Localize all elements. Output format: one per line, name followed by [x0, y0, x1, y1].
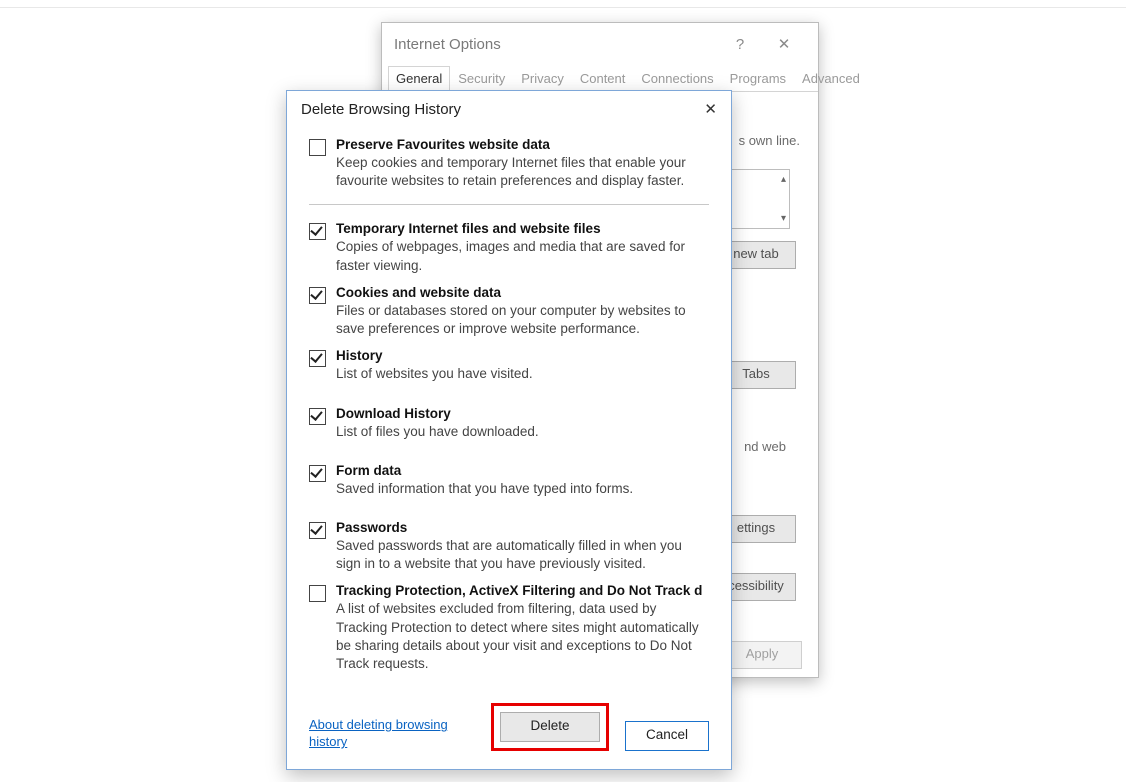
checkbox-tracking-protection[interactable] — [309, 585, 326, 602]
option-label: Temporary Internet files and website fil… — [336, 221, 709, 236]
option-tracking-protection[interactable]: Tracking Protection, ActiveX Filtering a… — [309, 583, 709, 673]
option-desc: List of websites you have visited. — [336, 365, 709, 383]
dbh-footer: About deleting browsing history Delete C… — [309, 703, 709, 751]
io-fragment-text: s own line. — [739, 133, 800, 148]
option-desc: Keep cookies and temporary Internet file… — [336, 154, 709, 190]
option-history[interactable]: History List of websites you have visite… — [309, 348, 709, 383]
io-apply-button[interactable]: Apply — [722, 641, 802, 669]
delete-browsing-history-dialog: Delete Browsing History ✕ Preserve Favou… — [286, 90, 732, 770]
page-divider — [0, 6, 1126, 8]
tab-general[interactable]: General — [388, 66, 450, 92]
checkbox-form-data[interactable] — [309, 465, 326, 482]
option-label: Cookies and website data — [336, 285, 709, 300]
tab-programs[interactable]: Programs — [722, 66, 794, 92]
io-tabs: General Security Privacy Content Connect… — [382, 65, 818, 92]
option-desc: Files or databases stored on your comput… — [336, 302, 709, 338]
option-label: History — [336, 348, 709, 363]
cancel-button[interactable]: Cancel — [625, 721, 709, 751]
option-desc: Copies of webpages, images and media tha… — [336, 238, 709, 274]
dbh-body: Preserve Favourites website data Keep co… — [287, 127, 731, 673]
tab-privacy[interactable]: Privacy — [513, 66, 572, 92]
checkbox-temp-files[interactable] — [309, 223, 326, 240]
io-titlebar: Internet Options ? ✕ — [382, 23, 818, 65]
io-fragment-text-2: nd web — [744, 439, 786, 454]
option-desc: Saved passwords that are automatically f… — [336, 537, 709, 573]
dbh-title: Delete Browsing History — [301, 101, 697, 118]
tab-advanced[interactable]: Advanced — [794, 66, 868, 92]
checkbox-cookies[interactable] — [309, 287, 326, 304]
checkbox-history[interactable] — [309, 350, 326, 367]
io-homepage-list[interactable]: ▴ ▾ — [726, 169, 790, 229]
close-icon[interactable]: ✕ — [762, 35, 806, 53]
option-download-history[interactable]: Download History List of files you have … — [309, 406, 709, 441]
option-temp-files[interactable]: Temporary Internet files and website fil… — [309, 221, 709, 274]
option-desc: List of files you have downloaded. — [336, 423, 709, 441]
option-cookies[interactable]: Cookies and website data Files or databa… — [309, 285, 709, 338]
scroll-up-icon[interactable]: ▴ — [781, 174, 786, 185]
option-desc: A list of websites excluded from filteri… — [336, 600, 709, 673]
scroll-down-icon[interactable]: ▾ — [781, 213, 786, 224]
option-form-data[interactable]: Form data Saved information that you hav… — [309, 463, 709, 498]
option-desc: Saved information that you have typed in… — [336, 480, 709, 498]
checkbox-preserve-favourites[interactable] — [309, 139, 326, 156]
tab-security[interactable]: Security — [450, 66, 513, 92]
io-title: Internet Options — [394, 36, 718, 53]
tab-connections[interactable]: Connections — [633, 66, 721, 92]
tab-content[interactable]: Content — [572, 66, 634, 92]
about-deleting-link[interactable]: About deleting browsing history — [309, 717, 459, 751]
separator — [309, 204, 709, 205]
help-icon[interactable]: ? — [718, 36, 762, 53]
delete-button[interactable]: Delete — [500, 712, 600, 742]
option-label: Passwords — [336, 520, 709, 535]
checkbox-download-history[interactable] — [309, 408, 326, 425]
dbh-titlebar: Delete Browsing History ✕ — [287, 91, 731, 127]
option-preserve-favourites[interactable]: Preserve Favourites website data Keep co… — [309, 137, 709, 190]
close-icon[interactable]: ✕ — [697, 100, 717, 118]
option-label: Preserve Favourites website data — [336, 137, 709, 152]
option-label: Tracking Protection, ActiveX Filtering a… — [336, 583, 709, 598]
option-label: Download History — [336, 406, 709, 421]
option-passwords[interactable]: Passwords Saved passwords that are autom… — [309, 520, 709, 573]
option-label: Form data — [336, 463, 709, 478]
checkbox-passwords[interactable] — [309, 522, 326, 539]
delete-highlight: Delete — [491, 703, 609, 751]
